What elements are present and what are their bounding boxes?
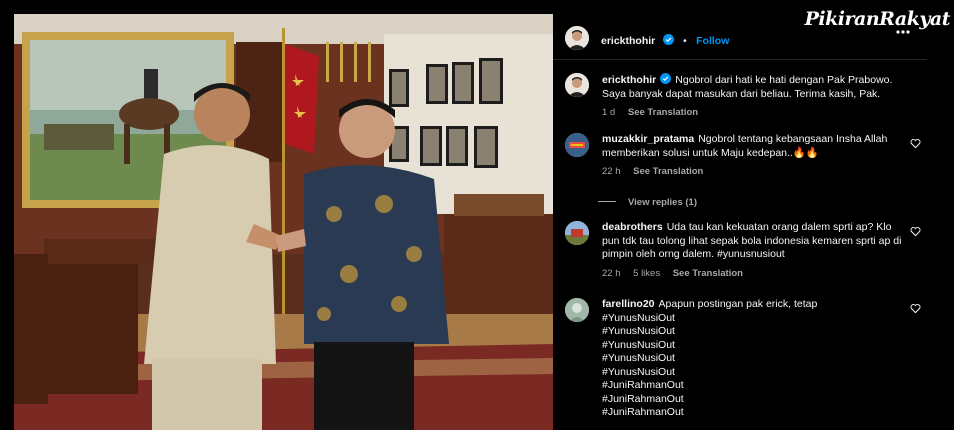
comment-time[interactable]: 22 h xyxy=(602,166,621,177)
comment-username[interactable]: farellino20 xyxy=(602,298,655,310)
hashtag[interactable]: #JuniRahmanOut xyxy=(602,379,907,393)
hashtag[interactable]: #YunusNusiOut xyxy=(602,339,907,353)
caption-username[interactable]: erickthohir xyxy=(602,74,656,86)
avatar[interactable] xyxy=(565,298,589,322)
avatar[interactable] xyxy=(565,133,589,157)
heart-icon[interactable] xyxy=(910,303,921,314)
post-sidebar: erickthohir • Follow erickthohir Ngobrol … xyxy=(553,14,954,430)
hashtag[interactable]: #YunusNusiOut xyxy=(602,366,907,380)
comment-item: deabrothers Uda tau kan kekuatan orang da… xyxy=(565,221,925,293)
post-caption: erickthohir Ngobrol dari hati ke hati den… xyxy=(565,73,925,133)
comment-likes[interactable]: 5 likes xyxy=(633,268,660,279)
verified-badge-icon xyxy=(660,73,672,84)
hashtag[interactable]: #YunusNusiOut xyxy=(602,325,907,339)
hashtag[interactable]: #JuniRahmanOut xyxy=(602,406,907,420)
post-media-pane xyxy=(0,0,553,430)
comment-item: farellino20 Apapun postingan pak erick, t… xyxy=(565,298,925,430)
pikiranrakyat-logo: PikiranRakyat xyxy=(778,0,954,40)
logo-text: PikiranRakyat xyxy=(804,8,951,30)
hashtag[interactable]: #YunusNusiOut xyxy=(602,312,907,326)
view-replies-label: View replies (1) xyxy=(628,197,697,208)
replies-line xyxy=(598,201,616,202)
verified-badge-icon xyxy=(662,34,674,45)
avatar[interactable] xyxy=(565,73,589,97)
comment-text: Apapun postingan pak erick, tetap xyxy=(658,298,818,310)
follow-button[interactable]: Follow xyxy=(696,35,729,47)
post-photo[interactable] xyxy=(14,14,553,430)
heart-icon[interactable] xyxy=(910,226,921,237)
comment-username[interactable]: muzakkir_pratama xyxy=(602,133,694,145)
header-username[interactable]: erickthohir xyxy=(601,35,655,47)
comment-time[interactable]: 22 h xyxy=(602,268,621,279)
separator-dot: • xyxy=(683,36,687,47)
comment-username[interactable]: deabrothers xyxy=(602,221,663,233)
logo-dots xyxy=(896,30,910,34)
see-translation-button[interactable]: See Translation xyxy=(628,107,698,118)
caption-time[interactable]: 1 d xyxy=(602,107,615,118)
comment-item: muzakkir_pratama Ngobrol tentang kebangsa… xyxy=(565,133,925,193)
hashtag[interactable]: #YunusNusiOut xyxy=(602,352,907,366)
view-replies-button[interactable]: View replies (1) xyxy=(598,197,697,208)
avatar[interactable] xyxy=(565,221,589,245)
heart-icon[interactable] xyxy=(910,138,921,149)
hashtag[interactable]: #JuniRahmanOut xyxy=(602,393,907,407)
see-translation-button[interactable]: See Translation xyxy=(633,166,703,177)
avatar[interactable] xyxy=(565,26,589,50)
see-translation-button[interactable]: See Translation xyxy=(673,268,743,279)
